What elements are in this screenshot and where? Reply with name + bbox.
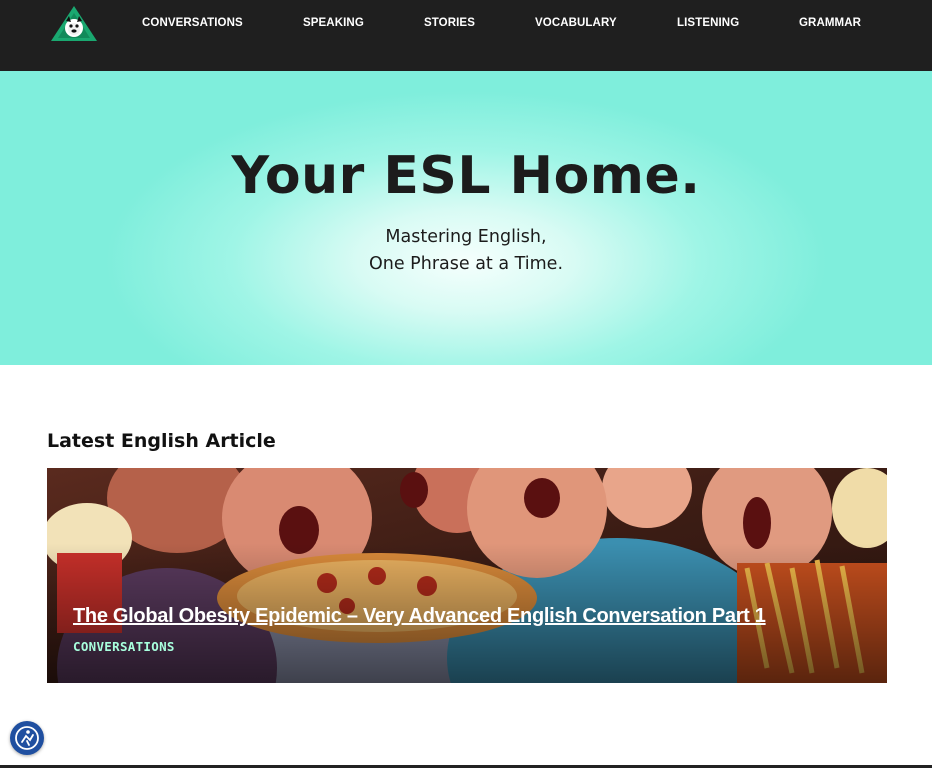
hero-banner: Your ESL Home. Mastering English, One Ph… — [0, 71, 932, 365]
nav-speaking[interactable]: SPEAKING — [303, 17, 364, 29]
top-navigation-bar: CONVERSATIONS SPEAKING STORIES VOCABULAR… — [0, 0, 932, 71]
accessibility-button[interactable] — [10, 721, 44, 755]
nav-listening[interactable]: LISTENING — [677, 17, 739, 29]
nav-grammar[interactable]: GRAMMAR — [799, 17, 861, 29]
hero-subtitle-line-1: Mastering English, — [385, 227, 547, 247]
main-nav: CONVERSATIONS SPEAKING STORIES VOCABULAR… — [0, 0, 932, 48]
nav-vocabulary[interactable]: VOCABULARY — [535, 17, 617, 29]
hero-title: Your ESL Home. — [231, 146, 701, 206]
accessibility-icon — [15, 726, 39, 750]
latest-article-card[interactable]: The Global Obesity Epidemic – Very Advan… — [47, 468, 887, 683]
section-title: Latest English Article — [47, 430, 276, 452]
article-title-link[interactable]: The Global Obesity Epidemic – Very Advan… — [73, 605, 766, 628]
hero-subtitle-line-2: One Phrase at a Time. — [368, 254, 564, 274]
nav-stories[interactable]: STORIES — [424, 17, 475, 29]
article-category-link[interactable]: CONVERSATIONS — [73, 639, 175, 654]
nav-conversations[interactable]: CONVERSATIONS — [142, 17, 243, 29]
